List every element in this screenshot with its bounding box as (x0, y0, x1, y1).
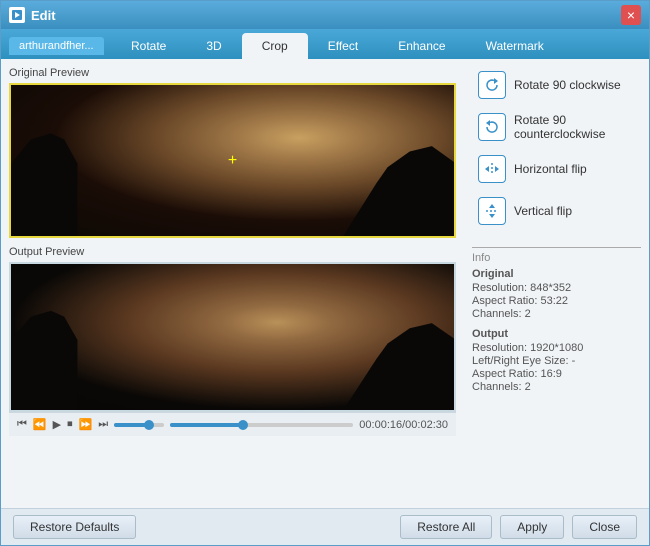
volume-thumb (144, 420, 154, 430)
tab-crop[interactable]: Crop (242, 33, 308, 59)
info-title: Info (472, 252, 641, 264)
original-aspect: Aspect Ratio: 53:22 (472, 295, 641, 307)
playback-bar: ⏮ ⏪ ▶ ⏹ ⏩ ⏭ 00:00:16/00:02:30 (9, 412, 456, 436)
main-window: Edit × arthurandfher... Rotate 3D Crop E… (0, 0, 650, 546)
output-person-left (11, 293, 144, 410)
time-display: 00:00:16/00:02:30 (359, 419, 448, 431)
close-dialog-button[interactable]: Close (572, 515, 637, 539)
bottom-bar: Restore Defaults Restore All Apply Close (1, 508, 649, 545)
restore-defaults-container: Restore Defaults (13, 515, 392, 539)
left-panel: Original Preview + Output Preview ⏮ ⏪ (1, 59, 464, 508)
right-panel: Rotate 90 clockwise Rotate 90 counterclo… (464, 59, 649, 508)
restore-all-button[interactable]: Restore All (400, 515, 492, 539)
vflip-label: Vertical flip (514, 204, 572, 218)
output-preview (9, 262, 456, 412)
skip-forward-button[interactable]: ⏭ (98, 418, 108, 431)
output-lr-size: Left/Right Eye Size: - (472, 355, 641, 367)
info-divider (472, 247, 641, 248)
vflip-button[interactable]: Vertical flip (472, 193, 641, 229)
info-section: Info Original Resolution: 848*352 Aspect… (472, 243, 641, 394)
output-preview-label: Output Preview (9, 246, 456, 258)
rotate-ccw-label: Rotate 90 counterclockwise (514, 113, 635, 141)
file-tab[interactable]: arthurandfher... (9, 37, 104, 55)
original-label: Original (472, 268, 641, 280)
tab-3d[interactable]: 3D (186, 33, 241, 59)
rotate-cw-label: Rotate 90 clockwise (514, 78, 621, 92)
output-person-right (343, 308, 454, 410)
person-right-silhouette (343, 130, 454, 236)
rotate-cw-button[interactable]: Rotate 90 clockwise (472, 67, 641, 103)
vflip-icon (478, 197, 506, 225)
original-preview-label: Original Preview (9, 67, 456, 79)
content-area: Original Preview + Output Preview ⏮ ⏪ (1, 59, 649, 508)
tab-watermark[interactable]: Watermark (466, 33, 564, 59)
rotate-ccw-button[interactable]: Rotate 90 counterclockwise (472, 109, 641, 145)
close-button[interactable]: × (621, 5, 641, 25)
progress-thumb (238, 420, 248, 430)
original-resolution: Resolution: 848*352 (472, 282, 641, 294)
hflip-icon (478, 155, 506, 183)
tab-rotate[interactable]: Rotate (111, 33, 186, 59)
person-left-silhouette (11, 115, 144, 236)
hflip-label: Horizontal flip (514, 162, 587, 176)
tab-enhance[interactable]: Enhance (378, 33, 465, 59)
tab-list: Rotate 3D Crop Effect Enhance Watermark (111, 33, 564, 59)
app-icon (9, 7, 25, 23)
play-button[interactable]: ▶ (53, 418, 61, 431)
tab-bar: arthurandfher... Rotate 3D Crop Effect E… (1, 29, 649, 59)
progress-bar[interactable] (170, 423, 353, 427)
volume-bar[interactable] (114, 423, 164, 427)
rotate-cw-icon (478, 71, 506, 99)
output-resolution: Resolution: 1920*1080 (472, 342, 641, 354)
output-label: Output (472, 328, 641, 340)
stop-button[interactable]: ⏹ (67, 418, 73, 431)
window-title: Edit (31, 8, 621, 23)
step-forward-button[interactable]: ⏩ (79, 418, 93, 431)
original-video-scene (11, 85, 454, 236)
original-channels: Channels: 2 (472, 308, 641, 320)
progress-fill (170, 423, 243, 427)
apply-button[interactable]: Apply (500, 515, 564, 539)
skip-back-button[interactable]: ⏮ (17, 418, 27, 431)
rotate-ccw-icon (478, 113, 506, 141)
restore-defaults-button[interactable]: Restore Defaults (13, 515, 136, 539)
output-video-scene (11, 264, 454, 410)
title-bar: Edit × (1, 1, 649, 29)
output-info-group: Output Resolution: 1920*1080 Left/Right … (472, 328, 641, 393)
original-preview: + (9, 83, 456, 238)
tab-effect[interactable]: Effect (308, 33, 378, 59)
step-back-button[interactable]: ⏪ (33, 418, 47, 431)
hflip-button[interactable]: Horizontal flip (472, 151, 641, 187)
output-aspect: Aspect Ratio: 16:9 (472, 368, 641, 380)
output-channels: Channels: 2 (472, 381, 641, 393)
